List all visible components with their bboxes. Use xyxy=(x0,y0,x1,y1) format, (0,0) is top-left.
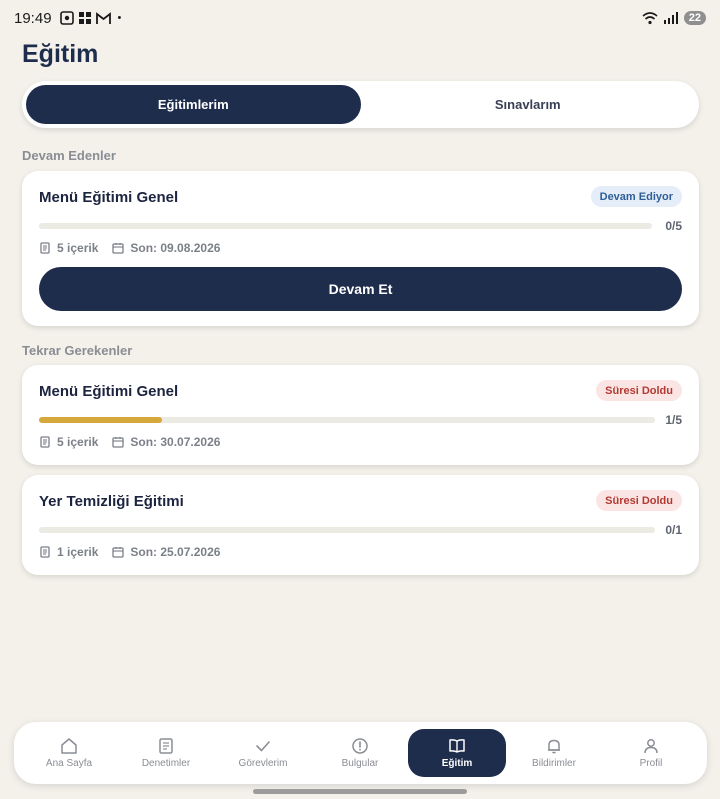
battery-indicator: 22 xyxy=(683,11,706,25)
calendar-icon xyxy=(112,546,125,558)
bell-icon xyxy=(545,737,563,755)
nav-item-inspections[interactable]: Denetimler xyxy=(117,729,215,777)
content-count: 5 içerik xyxy=(57,435,99,449)
calendar-icon xyxy=(112,242,125,254)
document-icon xyxy=(39,242,51,254)
progress-count: 0/5 xyxy=(665,219,682,233)
continue-button[interactable]: Devam Et xyxy=(39,267,682,311)
status-bar: 19:49 • 22 xyxy=(0,0,720,36)
page-title: Eğitim xyxy=(22,40,99,68)
deadline: Son: 09.08.2026 xyxy=(130,241,221,255)
status-badge: Devam Ediyor xyxy=(590,186,682,207)
status-badge: Süresi Doldu xyxy=(596,380,682,401)
nav-label: Denetimler xyxy=(141,758,191,769)
nav-label: Görevlerim xyxy=(238,758,288,769)
tab-my-exams[interactable]: Sınavlarım xyxy=(361,85,696,124)
nav-item-home[interactable]: Ana Sayfa xyxy=(20,729,118,777)
training-meta: 5 içerik Son: 09.08.2026 xyxy=(39,241,220,255)
content-count: 5 içerik xyxy=(57,241,99,255)
training-title: Menü Eğitimi Genel xyxy=(39,383,179,400)
nav-item-profile[interactable]: Profil xyxy=(602,729,700,777)
training-card[interactable]: Menü Eğitimi Genel Devam Ediyor 0/5 5 iç… xyxy=(22,171,699,326)
nav-label: Bildirimler xyxy=(532,758,576,769)
document-icon xyxy=(39,436,51,448)
screenshot-icon xyxy=(59,11,74,25)
training-card[interactable]: Menü Eğitimi Genel Süresi Doldu 1/5 5 iç… xyxy=(22,365,699,465)
segmented-tabs: Eğitimlerim Sınavlarım xyxy=(22,81,699,128)
content-count: 1 içerik xyxy=(57,545,99,559)
progress-fill xyxy=(39,417,163,423)
calendar-icon xyxy=(112,436,125,448)
bottom-nav: Ana Sayfa Denetimler Görevlerim Bulgular… xyxy=(14,722,707,784)
status-time: 19:49 xyxy=(14,9,52,27)
status-dot: • xyxy=(117,12,122,24)
clipboard-icon xyxy=(157,737,175,755)
nav-item-training[interactable]: Eğitim xyxy=(408,729,506,777)
home-indicator[interactable] xyxy=(253,789,467,794)
training-title: Yer Temizliği Eğitimi xyxy=(39,493,184,510)
progress-bar xyxy=(39,223,652,229)
signal-icon xyxy=(663,12,678,24)
progress-count: 0/1 xyxy=(665,523,682,537)
training-meta: 1 içerik Son: 25.07.2026 xyxy=(39,545,220,559)
deadline: Son: 25.07.2026 xyxy=(130,545,221,559)
training-title: Menü Eğitimi Genel xyxy=(39,189,179,206)
nav-label: Eğitim xyxy=(441,758,473,769)
nav-item-notifications[interactable]: Bildirimler xyxy=(505,729,603,777)
wifi-icon xyxy=(642,11,658,24)
nav-item-findings[interactable]: Bulgular xyxy=(311,729,409,777)
document-icon xyxy=(39,546,51,558)
tab-my-trainings[interactable]: Eğitimlerim xyxy=(26,85,361,124)
nav-label: Ana Sayfa xyxy=(45,758,93,769)
grid-app-icon xyxy=(78,12,91,24)
section-label-retake: Tekrar Gerekenler xyxy=(22,343,133,358)
gmail-icon xyxy=(95,11,111,24)
alert-circle-icon xyxy=(351,737,369,755)
book-icon xyxy=(448,737,466,755)
nav-label: Profil xyxy=(639,758,663,769)
progress-bar xyxy=(39,527,655,533)
section-label-in-progress: Devam Edenler xyxy=(22,148,116,163)
training-meta: 5 içerik Son: 30.07.2026 xyxy=(39,435,220,449)
progress-bar xyxy=(39,417,655,423)
home-icon xyxy=(60,737,78,755)
deadline: Son: 30.07.2026 xyxy=(130,435,221,449)
training-card[interactable]: Yer Temizliği Eğitimi Süresi Doldu 0/1 1… xyxy=(22,475,699,575)
progress-count: 1/5 xyxy=(665,413,682,427)
status-badge: Süresi Doldu xyxy=(596,490,682,511)
check-icon xyxy=(254,737,272,755)
nav-item-tasks[interactable]: Görevlerim xyxy=(214,729,312,777)
user-icon xyxy=(642,737,660,755)
status-notification-icons: • xyxy=(59,11,122,25)
nav-label: Bulgular xyxy=(341,758,379,769)
